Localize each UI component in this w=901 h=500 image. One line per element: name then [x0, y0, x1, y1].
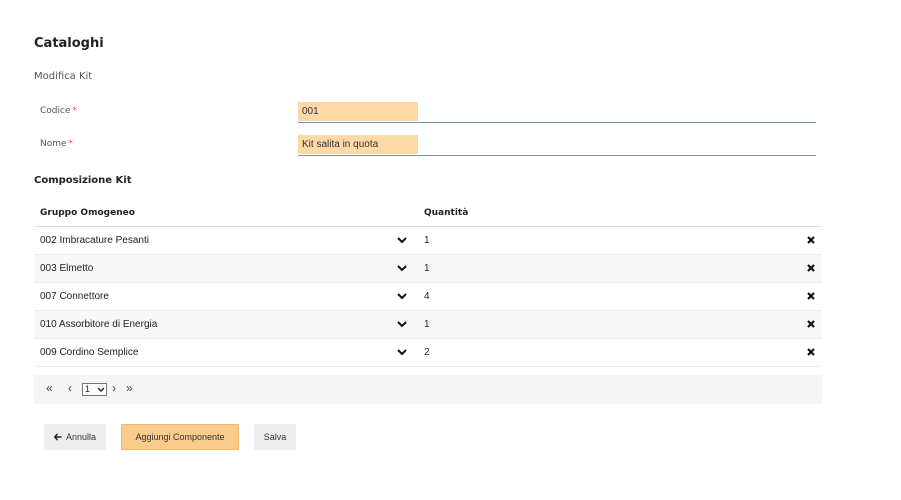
page-select[interactable]: 1	[82, 383, 107, 396]
codice-label: Codice *	[40, 106, 77, 116]
add-component-button[interactable]: Aggiungi Componente	[121, 424, 239, 450]
quantity-input[interactable]: 2	[424, 347, 430, 358]
quantity-input[interactable]: 1	[424, 235, 430, 246]
page-subtitle: Modifica Kit	[34, 71, 93, 82]
group-select[interactable]: 010 Assorbitore di Energia	[40, 319, 157, 330]
close-icon[interactable]	[806, 235, 816, 245]
composition-title: Composizione Kit	[34, 175, 132, 186]
chevron-down-icon[interactable]	[396, 234, 408, 246]
save-button[interactable]: Salva	[254, 424, 296, 450]
table-row: 009 Cordino Semplice 2	[34, 339, 822, 367]
table-row: 003 Elmetto 1	[34, 255, 822, 283]
group-select[interactable]: 003 Elmetto	[40, 263, 93, 274]
group-select[interactable]: 007 Connettore	[40, 291, 109, 302]
quantity-input[interactable]: 1	[424, 319, 430, 330]
nome-label-text: Nome	[40, 139, 67, 149]
cancel-button[interactable]: Annulla	[44, 424, 106, 450]
page-select-value: 1	[85, 384, 91, 394]
codice-input[interactable]	[298, 102, 418, 121]
close-icon[interactable]	[806, 263, 816, 273]
pagination: « ‹ 1 › »	[34, 375, 822, 404]
chevron-down-icon	[97, 387, 105, 392]
nome-label: Nome *	[40, 139, 73, 149]
prev-page-button[interactable]: ‹	[68, 381, 72, 395]
last-page-button[interactable]: »	[126, 381, 133, 395]
close-icon[interactable]	[806, 291, 816, 301]
table-row: 007 Connettore 4	[34, 283, 822, 311]
column-header-group: Gruppo Omogeneo	[40, 208, 135, 218]
cancel-button-label: Annulla	[65, 432, 96, 442]
close-icon[interactable]	[806, 347, 816, 357]
group-select[interactable]: 002 Imbracature Pesanti	[40, 235, 149, 246]
quantity-input[interactable]: 1	[424, 263, 430, 274]
chevron-down-icon[interactable]	[396, 262, 408, 274]
codice-field	[298, 102, 816, 123]
next-page-button[interactable]: ›	[112, 381, 116, 395]
column-header-qty: Quantità	[424, 208, 469, 218]
save-button-label: Salva	[263, 432, 287, 442]
table-row: 002 Imbracature Pesanti 1	[34, 227, 822, 255]
arrow-left-icon	[54, 433, 62, 441]
page-title: Cataloghi	[34, 36, 104, 51]
chevron-down-icon[interactable]	[396, 346, 408, 358]
chevron-down-icon[interactable]	[396, 318, 408, 330]
composition-grid: Gruppo Omogeneo Quantità 002 Imbracature…	[34, 200, 822, 367]
grid-header: Gruppo Omogeneo Quantità	[34, 200, 822, 227]
add-component-label: Aggiungi Componente	[135, 432, 225, 442]
codice-label-text: Codice	[40, 106, 71, 116]
chevron-down-icon[interactable]	[396, 290, 408, 302]
required-mark: *	[68, 139, 74, 149]
nome-field	[298, 135, 816, 156]
close-icon[interactable]	[806, 319, 816, 329]
table-row: 010 Assorbitore di Energia 1	[34, 311, 822, 339]
required-mark: *	[72, 106, 78, 116]
quantity-input[interactable]: 4	[424, 291, 430, 302]
first-page-button[interactable]: «	[46, 381, 53, 395]
group-select[interactable]: 009 Cordino Semplice	[40, 347, 138, 358]
nome-input[interactable]	[298, 135, 418, 154]
